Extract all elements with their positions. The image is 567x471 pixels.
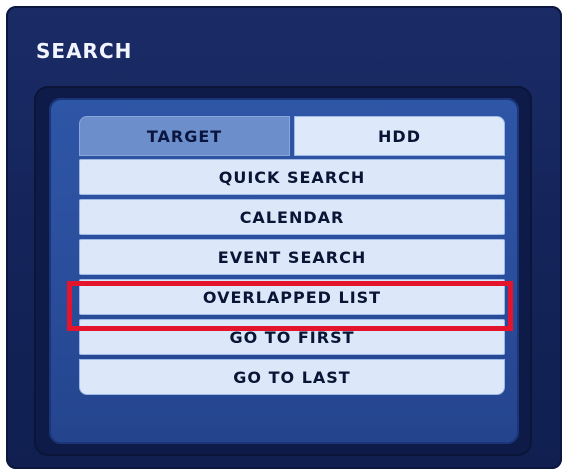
tab-target-label: TARGET bbox=[146, 126, 223, 146]
tab-hdd[interactable]: HDD bbox=[294, 116, 505, 156]
tab-hdd-label: HDD bbox=[378, 126, 421, 146]
search-menu: TARGET HDD QUICK SEARCH CALENDAR EVENT S… bbox=[79, 116, 505, 399]
menu-item-label: GO TO FIRST bbox=[229, 327, 355, 347]
tab-target[interactable]: TARGET bbox=[79, 116, 290, 156]
menu-item-overlapped-list[interactable]: OVERLAPPED LIST bbox=[79, 279, 505, 315]
menu-item-label: OVERLAPPED LIST bbox=[202, 287, 382, 307]
window-title: SEARCH bbox=[36, 39, 133, 63]
menu-item-label: QUICK SEARCH bbox=[218, 167, 366, 187]
menu-item-label: CALENDAR bbox=[239, 207, 345, 227]
tab-bar: TARGET HDD bbox=[79, 116, 505, 156]
screen: SEARCH TARGET HDD QUICK SEARCH CALENDAR … bbox=[0, 0, 567, 471]
menu-item-go-to-last[interactable]: GO TO LAST bbox=[79, 359, 505, 395]
menu-item-label: GO TO LAST bbox=[233, 367, 351, 387]
menu-item-quick-search[interactable]: QUICK SEARCH bbox=[79, 159, 505, 195]
menu-item-label: EVENT SEARCH bbox=[217, 247, 367, 267]
search-window: SEARCH TARGET HDD QUICK SEARCH CALENDAR … bbox=[6, 6, 562, 469]
menu-item-calendar[interactable]: CALENDAR bbox=[79, 199, 505, 235]
menu-item-go-to-first[interactable]: GO TO FIRST bbox=[79, 319, 505, 355]
menu-item-event-search[interactable]: EVENT SEARCH bbox=[79, 239, 505, 275]
